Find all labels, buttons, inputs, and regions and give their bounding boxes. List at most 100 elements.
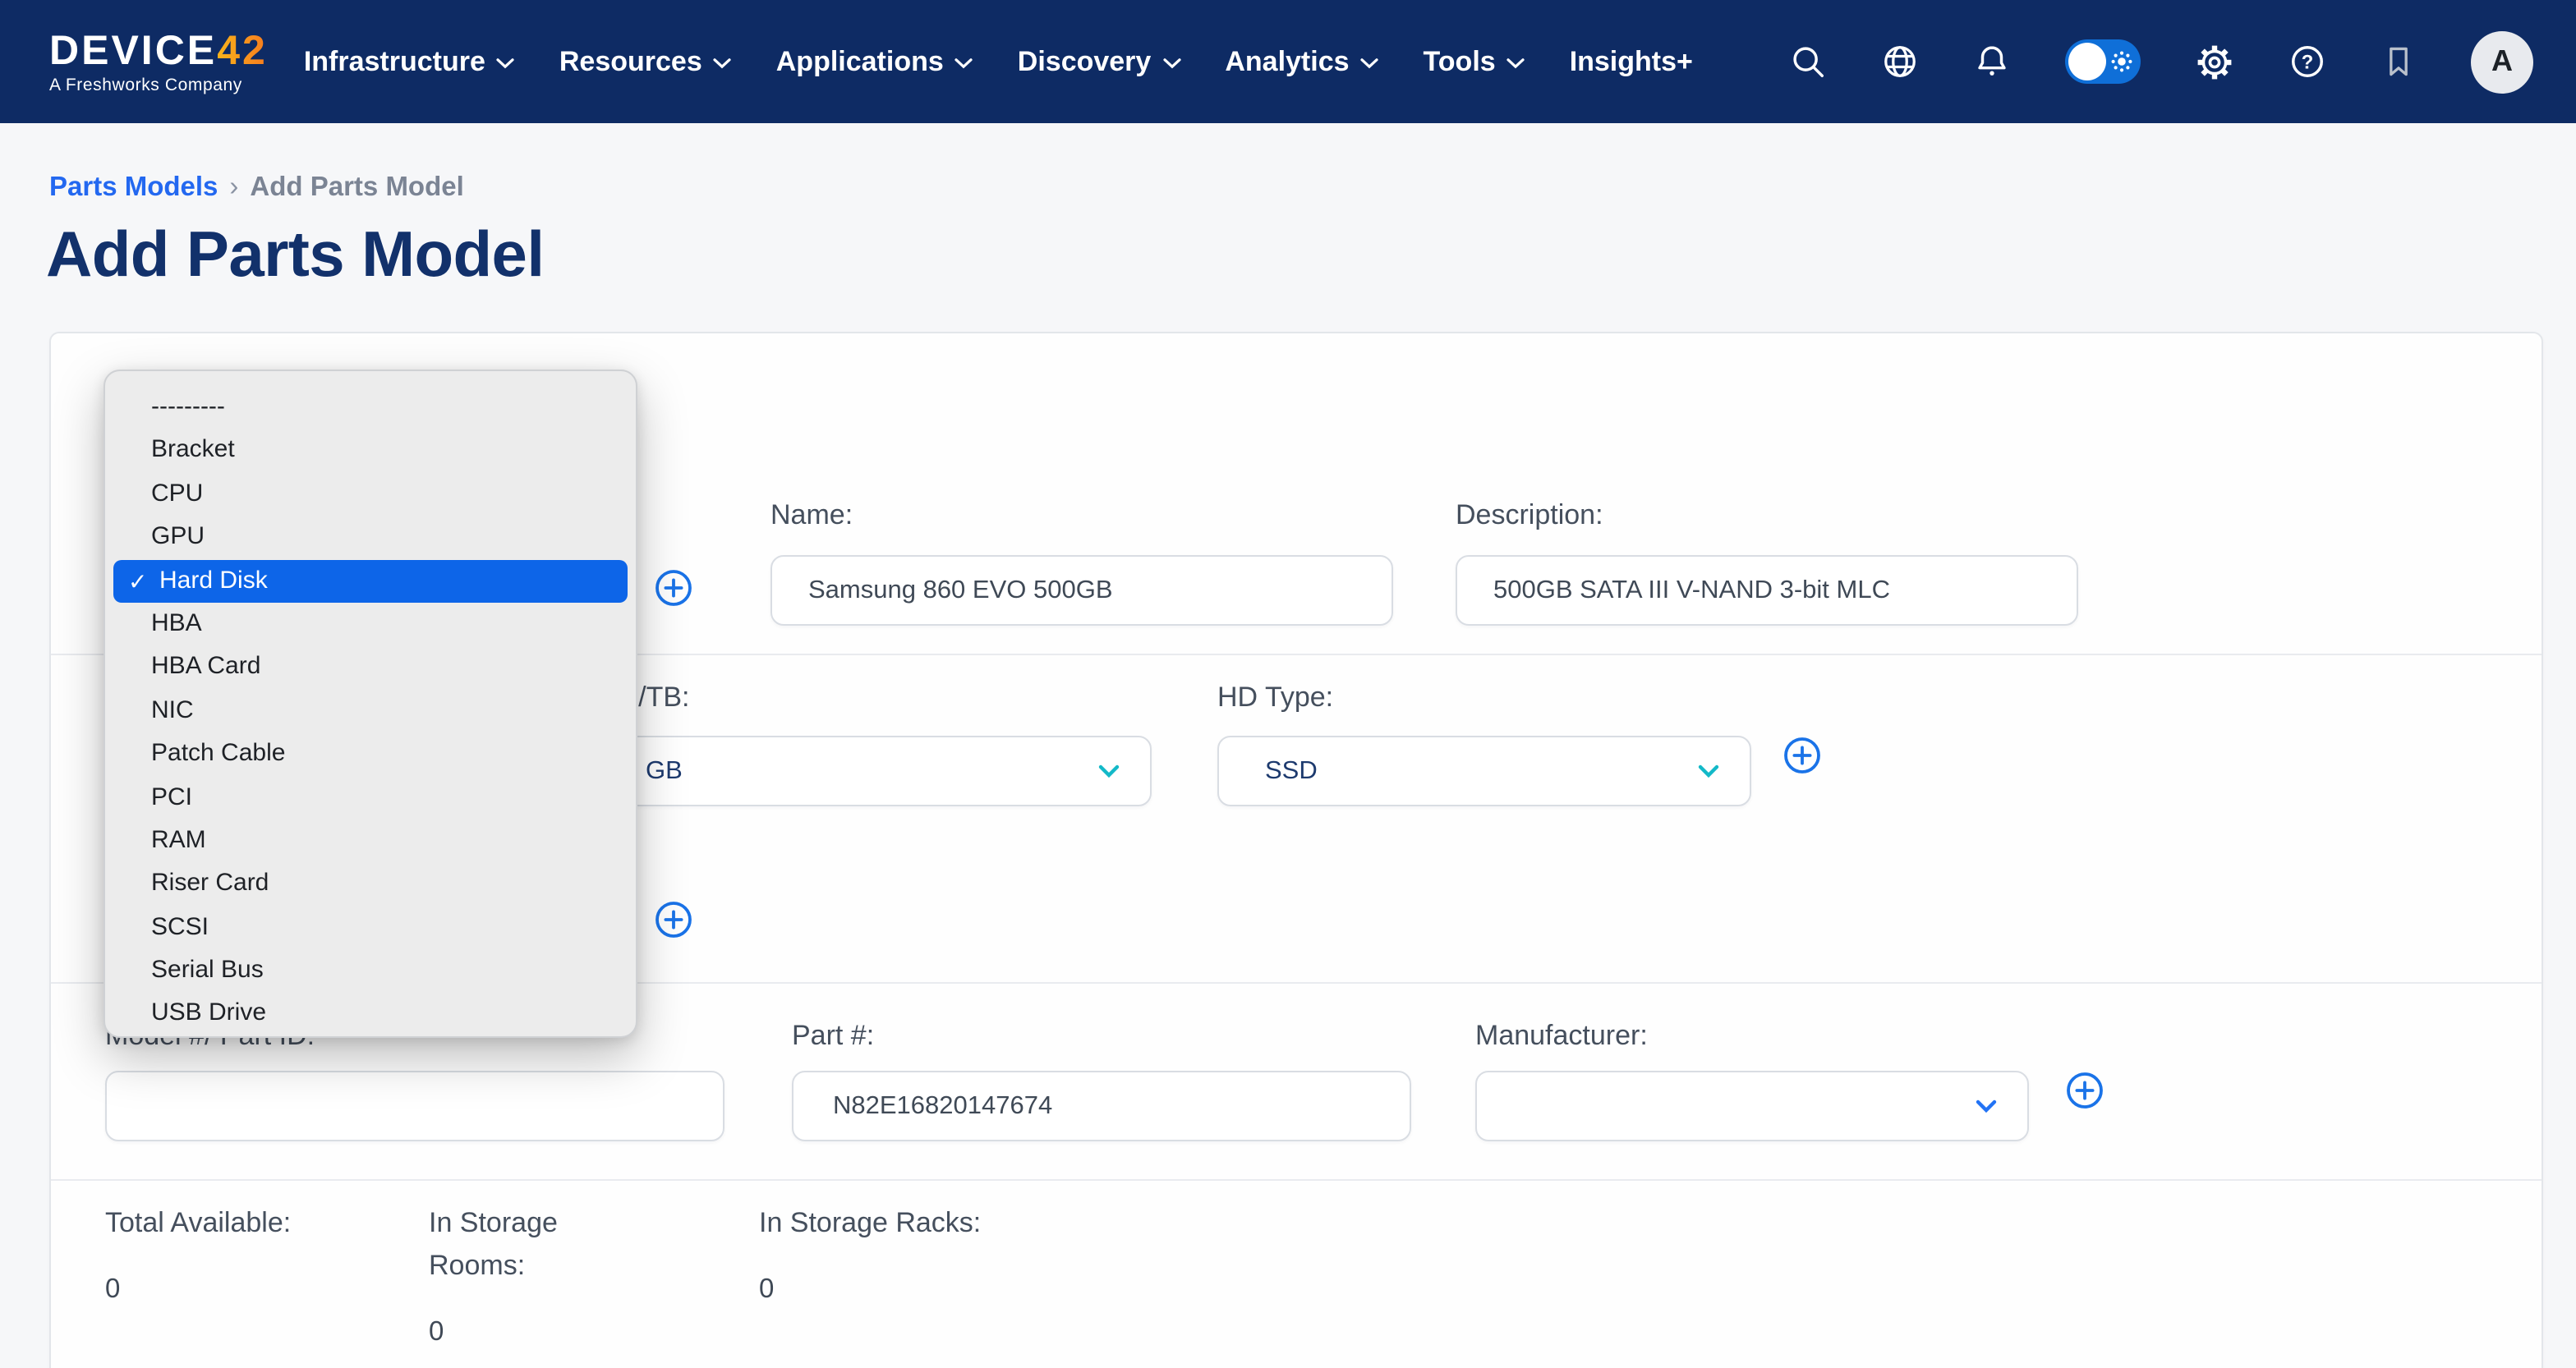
- sun-icon: [2111, 51, 2132, 72]
- nav-item-tools[interactable]: Tools: [1424, 45, 1525, 78]
- breadcrumb-parts-models-link[interactable]: Parts Models: [49, 172, 218, 202]
- nav-item-resources[interactable]: Resources: [559, 45, 732, 78]
- stat-in-storage-rooms: In Storage Rooms: 0: [429, 1202, 600, 1348]
- plus-circle-icon: [654, 568, 693, 608]
- stat-in-storage-racks: In Storage Racks: 0: [759, 1202, 981, 1306]
- divider: [51, 1179, 2542, 1181]
- bell-icon: [1973, 43, 2011, 80]
- dropdown-option-bracket[interactable]: Bracket: [105, 429, 636, 473]
- dropdown-option-usb-drive[interactable]: USB Drive: [105, 993, 636, 1036]
- type-dropdown-popup: --------- Bracket CPU GPU✓Hard DiskHBA HBA C…: [104, 370, 637, 1038]
- nav-item-infrastructure[interactable]: Infrastructure: [304, 45, 515, 78]
- dropdown-option-cpu[interactable]: CPU: [105, 473, 636, 516]
- page: DEVICE42 A Freshworks Company Infrastruc…: [0, 0, 2576, 1368]
- nav-item-discovery[interactable]: Discovery: [1018, 45, 1181, 78]
- part-number-input[interactable]: [792, 1071, 1411, 1141]
- add-button[interactable]: [654, 900, 693, 939]
- nav-item-insights[interactable]: Insights+: [1570, 45, 1693, 78]
- plus-circle-icon: [1782, 736, 1822, 775]
- brand-accent: 42: [217, 27, 268, 73]
- dropdown-option-label: USB Drive: [151, 999, 266, 1027]
- chevron-down-icon: [1162, 57, 1180, 69]
- dropdown-option-ram[interactable]: RAM: [105, 819, 636, 863]
- dropdown-option-label: HBA Card: [151, 653, 260, 681]
- user-avatar[interactable]: A: [2471, 30, 2533, 93]
- dropdown-option-scsi[interactable]: SCSI: [105, 906, 636, 949]
- help-icon: ?: [2288, 43, 2326, 80]
- description-input[interactable]: [1456, 555, 2078, 626]
- nav-item-label: Applications: [776, 45, 944, 78]
- chevron-down-icon: [497, 57, 515, 69]
- dropdown-option-nic[interactable]: NIC: [105, 689, 636, 732]
- stat-label: In Storage Rooms:: [429, 1202, 600, 1288]
- language-button[interactable]: [1881, 43, 1919, 80]
- dropdown-option-label: Bracket: [151, 436, 235, 464]
- chevron-down-icon: [955, 57, 973, 69]
- hd-type-label: HD Type:: [1217, 682, 1333, 714]
- dropdown-option-blank[interactable]: ---------: [105, 386, 636, 429]
- settings-button[interactable]: [2195, 42, 2234, 81]
- dropdown-option-label: NIC: [151, 695, 194, 723]
- stat-value: 0: [105, 1274, 291, 1306]
- nav-item-label: Analytics: [1225, 45, 1349, 78]
- nav-item-label: Tools: [1424, 45, 1496, 78]
- add-manufacturer-button[interactable]: [2065, 1071, 2104, 1110]
- dropdown-option-label: Serial Bus: [151, 956, 264, 984]
- dropdown-option-label: RAM: [151, 826, 206, 854]
- bookmark-icon: [2380, 43, 2417, 80]
- brand-tagline: A Freshworks Company: [49, 75, 268, 94]
- dropdown-option-hba[interactable]: HBA: [105, 603, 636, 646]
- gb-tb-select[interactable]: GB: [598, 736, 1152, 806]
- dropdown-option-patch-cable[interactable]: Patch Cable: [105, 732, 636, 776]
- primary-nav: Infrastructure Resources Applications Disco…: [304, 45, 1693, 78]
- stat-label: In Storage Racks:: [759, 1202, 981, 1245]
- nav-item-label: Resources: [559, 45, 702, 78]
- help-button[interactable]: ?: [2288, 43, 2326, 80]
- theme-toggle[interactable]: [2065, 39, 2141, 84]
- breadcrumb: Parts Models › Add Parts Model: [49, 172, 464, 204]
- bookmark-button[interactable]: [2380, 43, 2417, 80]
- add-hd-type-button[interactable]: [1782, 736, 1822, 775]
- nav-item-applications[interactable]: Applications: [776, 45, 973, 78]
- dropdown-option-pci[interactable]: PCI: [105, 776, 636, 819]
- search-icon: [1789, 43, 1827, 80]
- stat-label: Total Available:: [105, 1202, 291, 1245]
- dropdown-option-label: Riser Card: [151, 870, 269, 897]
- manufacturer-label: Manufacturer:: [1475, 1020, 1648, 1053]
- chevron-down-icon: [1975, 1099, 1998, 1113]
- breadcrumb-current: Add Parts Model: [250, 172, 463, 202]
- dropdown-option-label: PCI: [151, 783, 192, 810]
- hd-type-select[interactable]: SSD: [1217, 736, 1751, 806]
- nav-item-label: Insights+: [1570, 45, 1693, 78]
- gear-icon: [2195, 42, 2234, 81]
- chevron-down-icon: [1697, 764, 1720, 778]
- name-input[interactable]: [770, 555, 1393, 626]
- toggle-knob: [2068, 43, 2106, 80]
- add-type-button[interactable]: [654, 568, 693, 608]
- nav-item-label: Discovery: [1018, 45, 1152, 78]
- plus-circle-icon: [2065, 1071, 2104, 1110]
- chevron-down-icon: [1097, 764, 1120, 778]
- dropdown-option-label: Hard Disk: [159, 559, 268, 603]
- dropdown-option-hard-disk[interactable]: ✓Hard Disk: [113, 559, 628, 603]
- breadcrumb-separator: ›: [229, 172, 238, 202]
- search-button[interactable]: [1789, 43, 1827, 80]
- dropdown-option-gpu[interactable]: GPU: [105, 516, 636, 559]
- dropdown-option-label: CPU: [151, 480, 203, 507]
- chevron-down-icon: [714, 57, 732, 69]
- globe-icon: [1881, 43, 1919, 80]
- manufacturer-select[interactable]: [1475, 1071, 2029, 1141]
- dropdown-option-serial-bus[interactable]: Serial Bus: [105, 949, 636, 993]
- nav-item-analytics[interactable]: Analytics: [1225, 45, 1378, 78]
- top-navbar: DEVICE42 A Freshworks Company Infrastruc…: [0, 0, 2576, 123]
- app-logo[interactable]: DEVICE42 A Freshworks Company: [49, 29, 268, 94]
- stat-value: 0: [429, 1317, 600, 1348]
- model-part-id-input[interactable]: [105, 1071, 724, 1141]
- plus-circle-icon: [654, 900, 693, 939]
- dropdown-option-hba-card[interactable]: HBA Card: [105, 646, 636, 690]
- notifications-button[interactable]: [1973, 43, 2011, 80]
- navbar-actions: ? A: [1789, 30, 2533, 93]
- dropdown-option-riser-card[interactable]: Riser Card: [105, 863, 636, 907]
- stat-value: 0: [759, 1274, 981, 1306]
- svg-text:?: ?: [2302, 51, 2314, 73]
